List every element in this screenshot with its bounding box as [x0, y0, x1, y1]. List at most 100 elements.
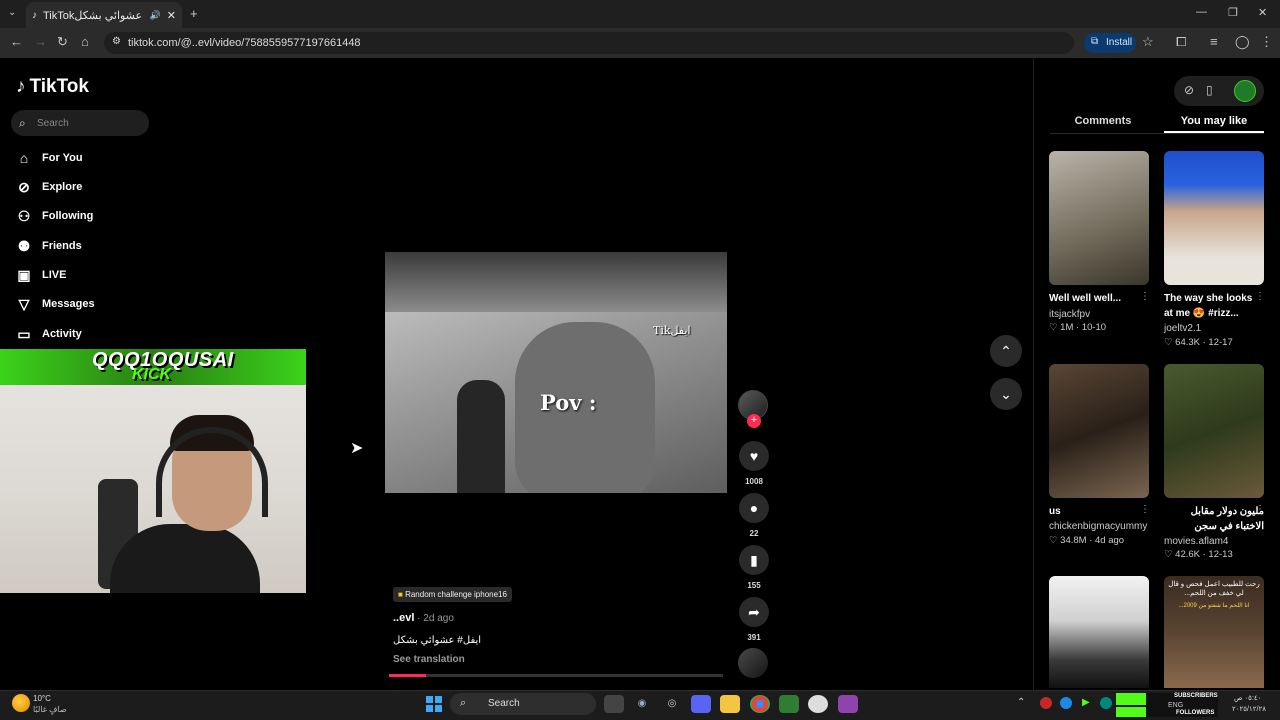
obs-icon[interactable] — [808, 695, 828, 713]
window-close-icon[interactable]: ✕ — [1258, 6, 1267, 19]
discord-icon[interactable] — [691, 695, 711, 713]
tray-chevron-icon[interactable]: ⌃ — [1017, 697, 1025, 708]
tab-you-may-like[interactable]: You may like — [1164, 115, 1264, 127]
tray-app-icon[interactable] — [1040, 697, 1052, 709]
sidebar-item-following[interactable]: ⚇ Following — [16, 205, 216, 227]
tiktok-note-icon: ♪ — [16, 76, 26, 97]
sidebar-item-explore[interactable]: ⊘ Explore — [16, 176, 216, 198]
tab-search-icon[interactable]: ⌄ — [8, 7, 16, 18]
card-title[interactable]: us — [1049, 504, 1149, 519]
tray-app-icon[interactable] — [1100, 697, 1112, 709]
minimize-icon[interactable]: — — [1196, 6, 1207, 18]
comment-button[interactable]: ● — [739, 493, 769, 523]
card-user[interactable]: movies.aflam4 — [1164, 536, 1228, 547]
search-input[interactable]: ⌕ Search — [11, 110, 149, 136]
chevron-down-icon: ⌄ — [1000, 386, 1012, 402]
challenge-tag[interactable]: ■ Random challenge iphone16 — [393, 587, 512, 602]
reload-icon[interactable]: ↻ — [57, 34, 68, 50]
save-button[interactable]: ▮ — [739, 545, 769, 575]
next-video-button[interactable]: ⌄ — [990, 378, 1022, 410]
follow-plus-icon[interactable]: + — [747, 414, 761, 428]
phone-icon[interactable]: ▯ — [1206, 83, 1213, 97]
video-thumbnail[interactable] — [1164, 151, 1264, 285]
bookmark-star-icon[interactable]: ☆ — [1142, 34, 1154, 50]
video-thumbnail[interactable] — [1049, 364, 1149, 498]
clock-date[interactable]: ٢٠٢٥/١٢/٢٨ — [1232, 705, 1266, 713]
chrome-icon[interactable] — [750, 695, 770, 713]
clock-time[interactable]: ٠٥:٤٠ ص — [1234, 694, 1261, 702]
challenge-label: Random challenge iphone16 — [405, 590, 507, 599]
tab-comments[interactable]: Comments — [1050, 115, 1156, 127]
video-thumbnail[interactable] — [1049, 151, 1149, 285]
more-icon[interactable]: ⋮ — [1255, 291, 1265, 302]
back-icon[interactable]: ← — [10, 34, 23, 49]
thumbnail-subcaption: انا اللحم ما شفتو من 2009... — [1178, 603, 1250, 609]
tray-play-icon[interactable]: ▶ — [1082, 697, 1090, 708]
media-app-icon[interactable] — [838, 695, 858, 713]
taskbar-search[interactable]: ⌕ Search — [450, 693, 596, 715]
steam-icon[interactable]: ◉ — [632, 695, 652, 713]
url-field[interactable]: ⚙ tiktok.com/@..evl/video/75885595771976… — [104, 32, 1074, 54]
browser-tab[interactable]: ♪ TikTokايفل# عشوائي بشكل 🔊 ✕ — [26, 2, 182, 28]
previous-video-button[interactable]: ⌃ — [990, 335, 1022, 367]
more-icon[interactable]: ⋮ — [1140, 504, 1150, 515]
tiktok-logo[interactable]: ♪ TikTok — [16, 76, 89, 98]
install-button[interactable]: ⧉ Install — [1084, 33, 1136, 53]
video-caption: ايفل# عشوائي بشكل — [393, 635, 482, 646]
sidebar-item-for-you[interactable]: ⌂ For You — [16, 147, 216, 169]
sidebar-item-live[interactable]: ▣ LIVE — [16, 264, 216, 286]
video-thumbnail[interactable] — [1164, 364, 1264, 498]
card-title[interactable]: Well well well... — [1049, 291, 1149, 306]
home-icon: ⌂ — [19, 150, 29, 166]
card-user[interactable]: chickenbigmacyummy — [1049, 521, 1147, 532]
video-author[interactable]: ..evl · 2d ago — [393, 612, 454, 624]
search-icon: ⌕ — [19, 116, 26, 130]
video-ceiling — [385, 252, 727, 312]
windows-start-icon[interactable] — [426, 696, 442, 712]
sidebar-item-friends[interactable]: ⚉ Friends — [16, 235, 216, 257]
card-title[interactable]: مليون دولار مقابل الاختباء في سجن مهجور.… — [1164, 504, 1264, 534]
music-disc[interactable] — [738, 648, 768, 678]
share-button[interactable]: ➦ — [739, 597, 769, 627]
sidebar-item-activity[interactable]: ▭ Activity — [16, 323, 216, 345]
like-button[interactable]: ♥ — [739, 441, 769, 471]
site-info-icon[interactable]: ⚙ — [112, 36, 121, 47]
compass-icon[interactable]: ⊘ — [1184, 83, 1194, 97]
extensions-icon[interactable]: ⧠ — [1176, 34, 1186, 50]
video-overlay-text: Pov : — [540, 390, 597, 415]
github-icon[interactable]: ◎ — [662, 695, 682, 713]
share-icon: ➦ — [748, 604, 760, 620]
forward-icon[interactable]: → — [34, 34, 47, 49]
weather-icon[interactable] — [12, 694, 30, 712]
video-progress-bar[interactable] — [389, 674, 723, 677]
language-indicator[interactable]: ENG — [1168, 702, 1183, 709]
menu-icon[interactable]: ⋮ — [1260, 34, 1273, 50]
card-user[interactable]: joeltv2.1 — [1164, 323, 1201, 334]
card-user[interactable]: itsjackfpv — [1049, 309, 1090, 320]
heart-icon: ♥ — [749, 448, 759, 464]
see-translation-link[interactable]: See translation — [393, 654, 465, 665]
maximize-icon[interactable]: ❐ — [1228, 6, 1238, 19]
home-icon[interactable]: ⌂ — [81, 34, 89, 49]
more-icon[interactable]: ⋮ — [1255, 504, 1265, 515]
profile-icon[interactable]: ◯ — [1235, 34, 1250, 50]
xbox-icon[interactable] — [779, 695, 799, 713]
tray-app-icon[interactable] — [1060, 697, 1072, 709]
video-thumbnail[interactable]: رحت للطبيب اعمل فحص و قال لي خفف من اللح… — [1164, 576, 1264, 688]
card-title[interactable]: The way she looks at me 😍 #rizz... — [1164, 291, 1264, 321]
new-tab-icon[interactable]: + — [190, 6, 198, 21]
speaker-icon[interactable]: 🔊 — [150, 10, 161, 21]
file-explorer-icon[interactable] — [720, 695, 740, 713]
sidebar-item-messages[interactable]: ▽ Messages — [16, 293, 216, 315]
more-icon[interactable]: ⋮ — [1140, 291, 1150, 302]
media-icon[interactable]: ≡ — [1210, 34, 1218, 49]
video-background-person — [457, 380, 505, 493]
video-thumbnail[interactable] — [1049, 576, 1149, 688]
tab-close-icon[interactable]: ✕ — [167, 9, 176, 22]
task-view-icon[interactable] — [604, 695, 624, 713]
user-avatar[interactable] — [1234, 80, 1256, 102]
comment-count: 22 — [749, 529, 759, 538]
video-player[interactable]: Pov : Tikايفل — [385, 252, 727, 493]
top-icon-group: ⊘ ▯ — [1174, 76, 1264, 106]
logo-text: TikTok — [29, 76, 89, 97]
